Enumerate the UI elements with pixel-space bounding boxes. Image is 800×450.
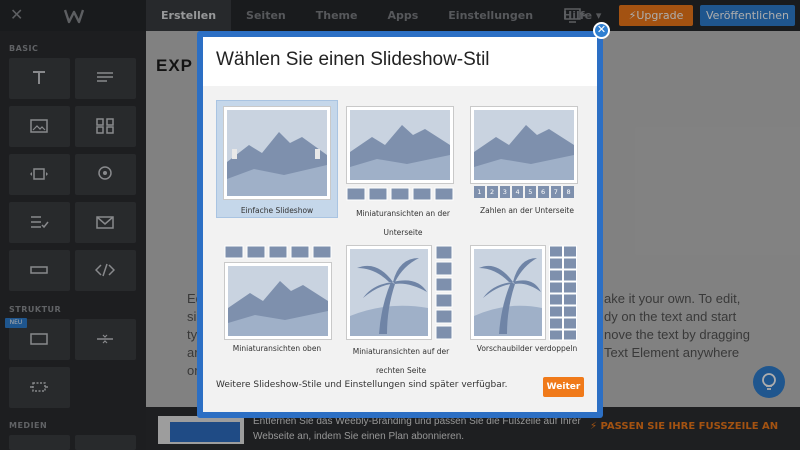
number-box: 7 bbox=[550, 186, 562, 198]
option-preview bbox=[470, 106, 578, 184]
thumbnail-strip-icon bbox=[224, 245, 332, 259]
option-label: Zahlen an der Unterseite bbox=[480, 206, 574, 215]
option-thumbnails-bottom[interactable]: Miniaturansichten an der Unterseite bbox=[342, 100, 464, 240]
dialog-close-button[interactable]: ✕ bbox=[593, 22, 610, 39]
option-double-thumbnails[interactable]: Vorschaubilder verdoppeln bbox=[466, 244, 588, 356]
number-box: 5 bbox=[525, 186, 536, 198]
option-label: Einfache Slideshow bbox=[240, 206, 314, 215]
number-strip: 1 2 3 4 5 6 7 8 bbox=[474, 186, 574, 198]
close-icon: ✕ bbox=[596, 23, 607, 36]
option-preview bbox=[346, 106, 454, 184]
number-box: 1 bbox=[474, 186, 485, 198]
double-thumbnail-grid-icon bbox=[549, 245, 577, 341]
option-label: Miniaturansichten oben bbox=[232, 344, 322, 353]
option-preview bbox=[346, 245, 432, 340]
option-preview bbox=[223, 106, 331, 200]
number-box: 4 bbox=[512, 186, 523, 198]
option-label: Vorschaubilder verdoppeln bbox=[476, 344, 578, 353]
number-box: 2 bbox=[486, 186, 498, 198]
option-preview bbox=[470, 245, 546, 340]
option-preview bbox=[224, 262, 332, 340]
landscape-image-icon bbox=[228, 266, 328, 336]
palm-tree-image-icon bbox=[474, 249, 542, 336]
dialog-title: Wählen Sie einen Slideshow-Stil bbox=[216, 49, 490, 70]
option-numbers-bottom[interactable]: 1 2 3 4 5 6 7 8 Zahlen an der Unterseite bbox=[466, 100, 588, 218]
option-thumbnails-top[interactable]: Miniaturansichten oben bbox=[216, 244, 338, 356]
number-box: 8 bbox=[563, 186, 574, 198]
thumbnail-column-icon bbox=[435, 245, 453, 340]
number-box: 3 bbox=[499, 186, 511, 198]
number-box: 6 bbox=[537, 186, 549, 198]
landscape-image-icon bbox=[227, 110, 327, 196]
thumbnail-strip-icon bbox=[346, 187, 454, 201]
option-thumbnails-right[interactable]: Miniaturansichten auf der rechten Seite bbox=[338, 244, 468, 378]
option-simple-slideshow[interactable]: Einfache Slideshow bbox=[216, 100, 338, 218]
dialog-footer-note: Weitere Slideshow-Stile und Einstellunge… bbox=[216, 380, 508, 390]
landscape-image-icon bbox=[474, 110, 574, 180]
option-label: Miniaturansichten auf der rechten Seite bbox=[352, 347, 450, 375]
palm-tree-image-icon bbox=[350, 249, 428, 336]
option-label: Miniaturansichten an der Unterseite bbox=[356, 209, 450, 237]
landscape-image-icon bbox=[350, 110, 450, 180]
next-button[interactable]: Weiter bbox=[543, 377, 584, 397]
